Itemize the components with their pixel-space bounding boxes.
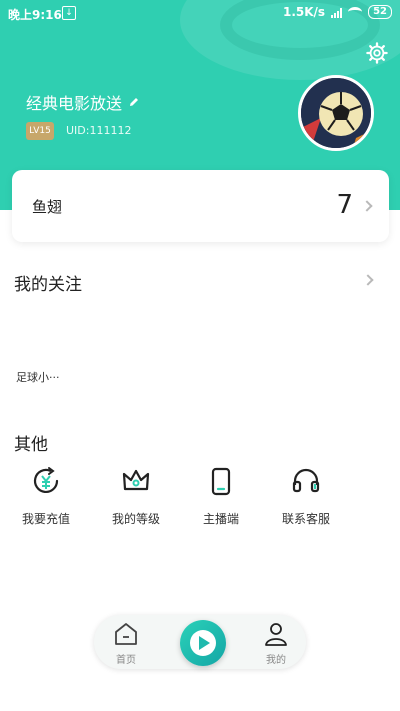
play-button[interactable] (180, 620, 226, 666)
edit-pencil-icon[interactable] (128, 96, 140, 108)
battery-icon: 52 (368, 5, 392, 19)
recharge-label: 我要充值 (21, 512, 70, 526)
user-id: UID:111112 (66, 124, 132, 137)
soccer-ball-avatar-image (301, 78, 371, 148)
others-title: 其他 (14, 435, 48, 455)
signal-icon (331, 6, 343, 18)
nav-mine[interactable]: 我的 (256, 621, 296, 666)
level-badge: LV15 (26, 122, 54, 140)
following-chevron-right-icon[interactable] (362, 274, 374, 286)
my-level-label: 我的等级 (111, 512, 160, 526)
status-bar: 晚上9:16 ↓ 1.5K/s 52 (0, 0, 400, 26)
my-level-button[interactable]: 我的等级 (96, 465, 176, 527)
status-time: 晚上9:16 (8, 8, 62, 22)
nav-mine-label: 我的 (266, 655, 286, 666)
user-name: 经典电影放送 (26, 94, 123, 113)
network-speed: 1.5K/s (282, 5, 326, 19)
user-icon (265, 623, 287, 646)
headset-icon (292, 468, 320, 493)
download-icon: ↓ (62, 6, 76, 20)
fin-balance-card[interactable]: 鱼翅 7 (12, 170, 389, 242)
nav-home[interactable]: 首页 (106, 621, 146, 666)
home-icon (115, 623, 137, 645)
play-icon (190, 630, 216, 656)
customer-service-button[interactable]: 联系客服 (266, 465, 346, 527)
recharge-button[interactable]: 我要充值 (6, 465, 86, 527)
crown-icon (122, 469, 150, 491)
recharge-icon (33, 467, 59, 493)
status-right: 1.5K/s 52 (283, 5, 392, 19)
phone-icon (211, 467, 231, 496)
anchor-side-label: 主播端 (202, 512, 239, 526)
customer-service-label: 联系客服 (281, 512, 330, 526)
settings-gear-icon[interactable] (366, 42, 388, 64)
fin-value: 7 (336, 190, 353, 220)
user-name-row[interactable]: 经典电影放送 (26, 90, 140, 114)
following-title: 我的关注 (14, 275, 82, 295)
chevron-right-icon (361, 200, 373, 212)
following-item[interactable]: 足球小··· (16, 369, 60, 385)
wifi-icon (348, 7, 363, 17)
anchor-side-button[interactable]: 主播端 (181, 465, 261, 527)
fin-label: 鱼翅 (32, 198, 63, 216)
nav-home-label: 首页 (116, 655, 136, 666)
avatar[interactable] (298, 75, 374, 151)
